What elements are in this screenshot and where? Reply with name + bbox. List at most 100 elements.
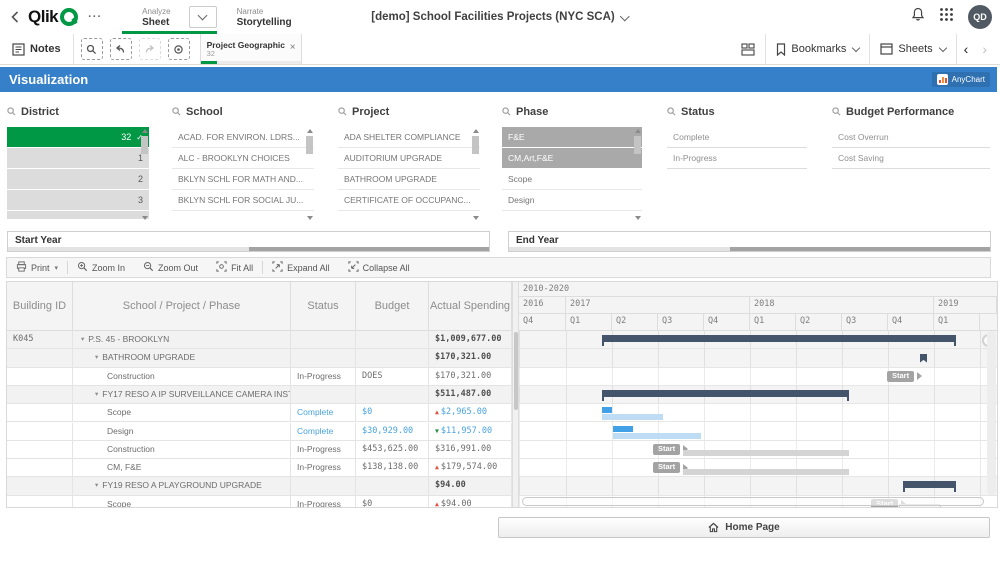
scrollbar-thumb[interactable] <box>141 136 148 154</box>
scroll-up-icon[interactable] <box>307 129 313 133</box>
filter-item[interactable]: ADA SHELTER COMPLIANCE <box>338 127 480 148</box>
filter-item[interactable]: BKLYN SCHL FOR SOCIAL JU... <box>172 190 314 211</box>
gantt-row[interactable]: Start <box>519 368 997 386</box>
row-collapse-caret-icon[interactable]: ▾ <box>95 391 98 398</box>
filter-item[interactable]: 3 <box>7 190 149 211</box>
scroll-down-icon[interactable] <box>142 216 148 220</box>
table-row[interactable]: ScopeIn-Progress$0▲$94.00 <box>7 496 512 508</box>
filter-item[interactable]: In-Progress <box>667 148 807 169</box>
row-collapse-caret-icon[interactable]: ▾ <box>81 336 84 343</box>
table-row[interactable]: DesignComplete$30,929.00▼$11,957.00 <box>7 423 512 441</box>
filter-header[interactable]: Budget Performance <box>832 104 990 120</box>
filter-item[interactable]: Scope <box>502 169 642 190</box>
sheet-tab[interactable]: Project Geographic D... 32 × <box>200 34 302 64</box>
filter-item[interactable]: ALC - BROOKLYN CHOICES <box>172 148 314 169</box>
scrollbar-thumb[interactable] <box>514 332 518 410</box>
year-filter-scrollbar[interactable] <box>8 247 489 251</box>
notifications-bell-icon[interactable] <box>911 7 925 27</box>
qlik-logo[interactable]: Qlik <box>28 7 78 27</box>
collapse-all-button[interactable]: Collapse All <box>339 258 419 277</box>
filter-header[interactable]: School <box>172 104 322 120</box>
table-row[interactable]: ConstructionIn-Progress$453,625.00$316,9… <box>7 441 512 459</box>
scroll-up-icon[interactable] <box>635 129 641 133</box>
gantt-row[interactable] <box>519 349 997 367</box>
gantt-start-marker[interactable]: Start <box>887 371 922 382</box>
filter-item[interactable]: F&E <box>502 127 642 148</box>
filter-scrollbar[interactable] <box>306 127 314 222</box>
filter-item[interactable]: 32✓ <box>7 127 149 148</box>
filter-item[interactable]: AUDITORIUM UPGRADE <box>338 148 480 169</box>
filter-item[interactable]: BKLYN SCHL FOR MATH AND... <box>172 169 314 190</box>
table-row[interactable]: CM, F&EIn-Progress$138,138.00▲$179,574.0… <box>7 459 512 477</box>
anychart-credit[interactable]: AnyChart <box>932 72 990 87</box>
filter-item[interactable]: Cost Saving <box>832 148 990 169</box>
step-back-icon[interactable] <box>110 38 132 60</box>
gantt-progress-bar[interactable] <box>683 469 849 475</box>
filter-item[interactable]: 2 <box>7 169 149 190</box>
search-icon[interactable] <box>667 103 676 121</box>
notes-button[interactable]: Notes <box>0 34 73 64</box>
gantt-progress-bar[interactable] <box>683 450 849 456</box>
user-avatar[interactable]: QD <box>968 5 992 29</box>
filter-item[interactable]: Cost Overrun <box>832 127 990 148</box>
scrollbar-thumb[interactable] <box>730 247 990 251</box>
table-vertical-scrollbar[interactable] <box>512 282 519 508</box>
scroll-down-icon[interactable] <box>307 216 313 220</box>
home-page-button[interactable]: Home Page <box>498 517 990 538</box>
close-icon[interactable]: × <box>290 42 296 53</box>
scrollbar-thumb[interactable] <box>472 136 479 154</box>
filter-scrollbar[interactable] <box>634 127 642 222</box>
filter-header[interactable]: District <box>7 104 161 120</box>
table-row[interactable]: ▾FY17 RESO A IP SURVEILLANCE CAMERA INST… <box>7 386 512 404</box>
gantt-summary-bar[interactable] <box>602 335 956 342</box>
table-row[interactable]: ▾FY19 RESO A PLAYGROUND UPGRADE$94.00 <box>7 477 512 495</box>
gantt-row[interactable]: Start <box>519 459 997 477</box>
gantt-row[interactable] <box>519 331 997 349</box>
row-collapse-caret-icon[interactable]: ▾ <box>95 482 98 489</box>
year-filter-scrollbar[interactable] <box>509 247 990 251</box>
table-row[interactable]: ConstructionIn-ProgressDOES$170,321.00 <box>7 368 512 386</box>
nav-analyze[interactable]: Analyze Sheet <box>122 0 216 34</box>
filter-scrollbar[interactable] <box>472 127 480 222</box>
gantt-summary-bar[interactable] <box>602 390 849 397</box>
gantt-row[interactable] <box>519 423 997 441</box>
gantt-vertical-scrollbar[interactable] <box>987 331 996 495</box>
gantt-row[interactable] <box>519 477 997 495</box>
filter-header[interactable]: Project <box>338 104 488 120</box>
filter-item[interactable]: BATHROOM UPGRADE <box>338 169 480 190</box>
filter-item[interactable]: CERTIFICATE OF OCCUPANC... <box>338 190 480 211</box>
gantt-actual-bar[interactable] <box>602 407 612 413</box>
search-icon[interactable] <box>338 103 347 121</box>
gantt-horizontal-scrollbar[interactable] <box>522 497 984 506</box>
print-button[interactable]: Print▾ <box>7 258 67 277</box>
scroll-up-icon[interactable] <box>473 129 479 133</box>
scrollbar-thumb[interactable] <box>634 136 641 154</box>
app-launcher-waffle-icon[interactable] <box>939 7 954 27</box>
gantt-row[interactable] <box>519 404 997 422</box>
filter-header[interactable]: Phase <box>502 104 654 120</box>
filter-item[interactable]: CM,Art,F&E <box>502 148 642 169</box>
scroll-down-icon[interactable] <box>473 216 479 220</box>
year-filter-end[interactable]: End Year <box>508 231 991 252</box>
expand-all-button[interactable]: Expand All <box>263 258 339 277</box>
smart-search-icon[interactable] <box>81 38 103 60</box>
search-icon[interactable] <box>7 103 16 121</box>
year-filter-start[interactable]: Start Year <box>7 231 490 252</box>
table-row[interactable]: ScopeComplete$0▲$2,965.00 <box>7 404 512 422</box>
sheet-dropdown-button[interactable] <box>189 6 217 28</box>
search-icon[interactable] <box>502 103 511 121</box>
scrollbar-thumb[interactable] <box>306 136 313 154</box>
app-title-menu[interactable]: [demo] School Facilities Projects (NYC S… <box>371 11 628 23</box>
scroll-up-icon[interactable] <box>142 129 148 133</box>
filter-item[interactable]: Design <box>502 190 642 211</box>
filter-scrollbar[interactable] <box>141 127 149 222</box>
previous-sheet-icon[interactable]: ‹ <box>957 41 976 57</box>
overflow-menu-icon[interactable]: ··· <box>88 11 102 23</box>
filter-item[interactable]: 1 <box>7 148 149 169</box>
bookmarks-button[interactable]: Bookmarks <box>766 34 869 64</box>
gantt-baseline-bar[interactable] <box>602 414 663 420</box>
gantt-baseline-bar[interactable] <box>613 433 701 439</box>
filter-header[interactable]: Status <box>667 104 807 120</box>
gantt-row[interactable]: Start <box>519 441 997 459</box>
search-icon[interactable] <box>832 103 841 121</box>
